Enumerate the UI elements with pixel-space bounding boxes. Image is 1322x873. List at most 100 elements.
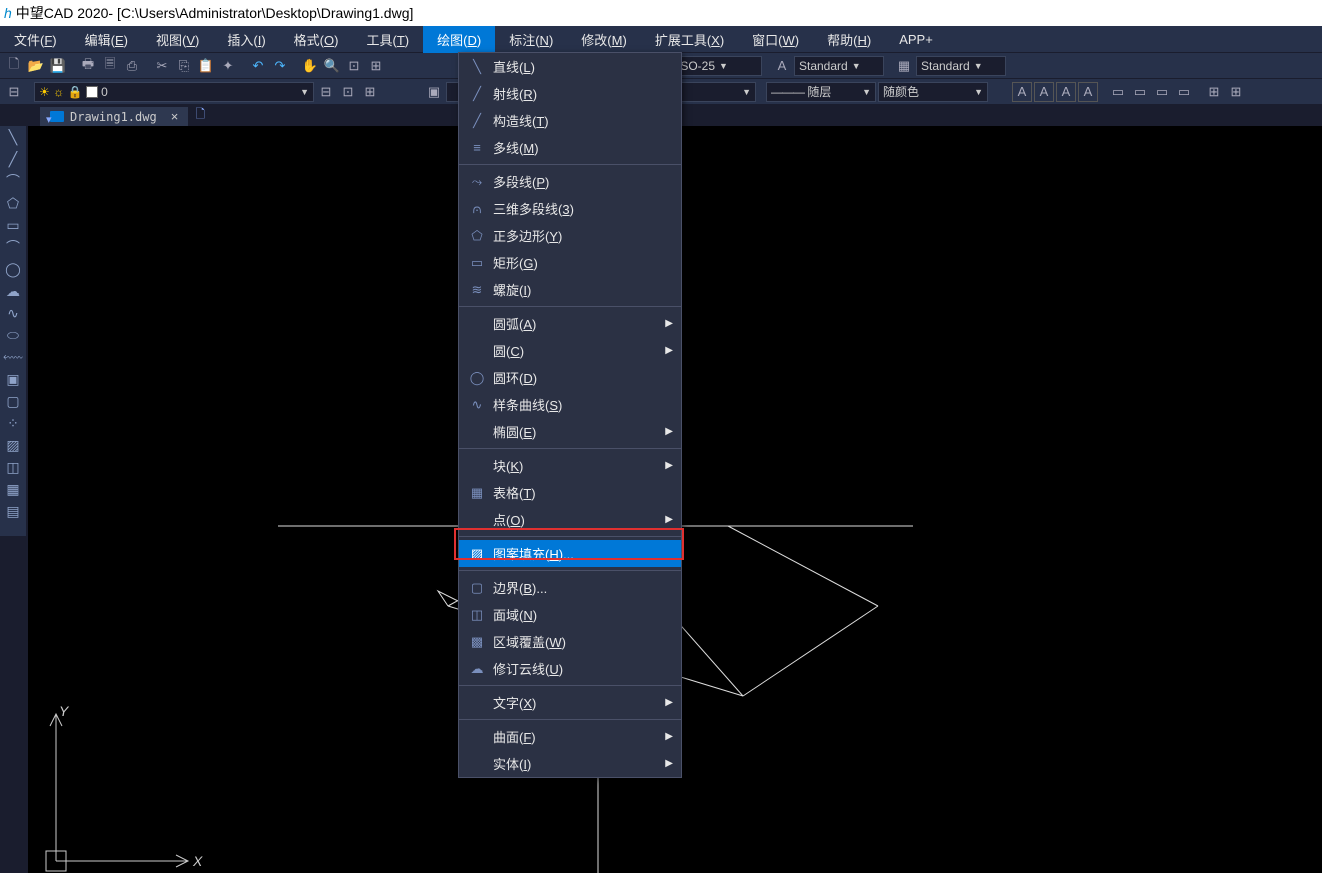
menu-N[interactable]: 标注(N) [495,26,567,53]
block-tool-icon[interactable]: ▢ [4,392,22,410]
layer-iso-icon[interactable]: ⊞ [360,82,380,102]
layer-name: 0 [101,85,108,99]
text-tool-a[interactable]: A [1012,82,1032,102]
text-tool-c[interactable]: A [1056,82,1076,102]
menu-W[interactable]: 窗口(W) [738,26,813,53]
menu-D[interactable]: 绘图(D) [423,26,495,53]
textstyle-icon[interactable]: A [772,56,792,76]
menu-APP+[interactable]: APP+ [885,28,947,51]
text-tool-b[interactable]: A [1034,82,1054,102]
menu-X[interactable]: 扩展工具(X) [641,26,738,53]
draw-menu-item[interactable]: ▩区域覆盖(W) [459,628,681,655]
layer-prev-icon[interactable]: ⊟ [316,82,336,102]
table-tool-icon[interactable]: ▦ [4,480,22,498]
draw-menu-item[interactable]: 圆弧(A)▶ [459,310,681,337]
misc-tool-a[interactable]: ⊞ [1204,82,1224,102]
draw-menu-item[interactable]: ≋螺旋(I) [459,276,681,303]
tablestyle-icon[interactable]: ▦ [894,56,914,76]
menu-E[interactable]: 编辑(E) [71,26,142,53]
zoom-icon[interactable]: 🔍 [322,56,342,76]
circle-tool-icon[interactable]: ◯ [4,260,22,278]
layer-states-icon[interactable]: ⊡ [338,82,358,102]
draw-menu-item[interactable]: ⩀三维多段线(3) [459,195,681,222]
layer-dropdown[interactable]: ☀ ☼ 🔒 0 ▼ [34,82,314,102]
anno-tool-b[interactable]: ▭ [1130,82,1150,102]
matchprop-icon[interactable]: ✦ [218,56,238,76]
draw-menu-item[interactable]: ⬠正多边形(Y) [459,222,681,249]
menu-V[interactable]: 视图(V) [142,26,213,53]
cloud-tool-icon[interactable]: ☁ [4,282,22,300]
draw-menu-item[interactable]: 实体(I)▶ [459,750,681,777]
draw-menu-item[interactable]: 椭圆(E)▶ [459,418,681,445]
line-tool-icon[interactable]: ╲ [4,128,22,146]
draw-menu-item[interactable]: ∿样条曲线(S) [459,391,681,418]
point-tool-icon[interactable]: ⁘ [4,414,22,432]
draw-menu-item[interactable]: 块(K)▶ [459,452,681,479]
anno-tool-c[interactable]: ▭ [1152,82,1172,102]
draw-menu-item[interactable]: ▭矩形(G) [459,249,681,276]
close-tab-icon[interactable]: × [171,109,179,124]
color-dropdown[interactable]: 随颜色▼ [878,82,988,102]
draw-menu-item[interactable]: ╱射线(R) [459,80,681,107]
insert-tool-icon[interactable]: ▣ [4,370,22,388]
rect-tool-icon[interactable]: ▭ [4,216,22,234]
copy-icon[interactable]: ⎘ [174,56,194,76]
region-tool-icon[interactable]: ◫ [4,458,22,476]
menu-H[interactable]: 帮助(H) [813,26,885,53]
draw-menu-item[interactable]: ▨图案填充(H)... [459,540,681,567]
ellipsearc-tool-icon[interactable]: ⬳ [4,348,22,366]
tablestyle-dropdown[interactable]: Standard▼ [916,56,1006,76]
new-tab-icon[interactable]: 🗋 [188,105,212,126]
pan-icon[interactable]: ✋ [300,56,320,76]
menu-M[interactable]: 修改(M) [567,26,641,53]
polygon-tool-icon[interactable]: ⬠ [4,194,22,212]
draw-menu-item[interactable]: ☁修订云线(U) [459,655,681,682]
text-tool-icon[interactable]: ▤ [4,502,22,520]
menu-T[interactable]: 工具(T) [352,26,423,53]
anno-tool-a[interactable]: ▭ [1108,82,1128,102]
zoom-window-icon[interactable]: ⊡ [344,56,364,76]
menu-F[interactable]: 文件(F) [0,26,71,53]
draw-menu-item[interactable]: ╱构造线(T) [459,107,681,134]
save-icon[interactable]: 💾 [48,56,68,76]
text-tool-d[interactable]: A [1078,82,1098,102]
open-icon[interactable]: 📂 [26,56,46,76]
misc-tool-b[interactable]: ⊞ [1226,82,1246,102]
menu-O[interactable]: 格式(O) [280,26,353,53]
spline-tool-icon[interactable]: ∿ [4,304,22,322]
draw-menu-item[interactable]: ≡多线(M) [459,134,681,161]
hatch-tool-icon[interactable]: ▨ [4,436,22,454]
xline-tool-icon[interactable]: ╱ [4,150,22,168]
draw-menu-item[interactable]: ▢边界(B)... [459,574,681,601]
draw-menu-item[interactable]: 点(O)▶ [459,506,681,533]
new-icon[interactable]: 🗋 [4,56,24,76]
block-icon[interactable]: ▣ [424,82,444,102]
linetype-dropdown[interactable]: ——— 随层▼ [766,82,876,102]
print-icon[interactable]: 🖶 [78,56,98,76]
tab-chevron-icon[interactable]: ▾ [46,113,52,126]
draw-menu-item[interactable]: 曲面(F)▶ [459,723,681,750]
doc-tab[interactable]: Drawing1.dwg × [40,107,188,126]
dimstyle-dropdown[interactable]: ISO-25▼ [672,56,762,76]
undo-icon[interactable]: ↶ [248,56,268,76]
publish-icon[interactable]: ⎙ [122,56,142,76]
draw-menu-item[interactable]: ⤳多段线(P) [459,168,681,195]
menu-I[interactable]: 插入(I) [213,26,279,53]
anno-tool-d[interactable]: ▭ [1174,82,1194,102]
zoom-extents-icon[interactable]: ⊞ [366,56,386,76]
arc-tool-icon[interactable]: ⌒ [4,172,22,190]
redo-icon[interactable]: ↷ [270,56,290,76]
draw-menu-item[interactable]: ▦表格(T) [459,479,681,506]
cut-icon[interactable]: ✂ [152,56,172,76]
draw-menu-item[interactable]: 圆(C)▶ [459,337,681,364]
draw-menu-item[interactable]: ╲直线(L) [459,53,681,80]
preview-icon[interactable]: 🗏 [100,56,120,76]
draw-menu-item[interactable]: 文字(X)▶ [459,689,681,716]
draw-menu-item[interactable]: ◯圆环(D) [459,364,681,391]
arc2-tool-icon[interactable]: ⌒ [4,238,22,256]
ellipse-tool-icon[interactable]: ⬭ [4,326,22,344]
layer-manager-icon[interactable]: ⊟ [4,82,24,102]
paste-icon[interactable]: 📋 [196,56,216,76]
draw-menu-item[interactable]: ◫面域(N) [459,601,681,628]
textstyle-dropdown[interactable]: Standard▼ [794,56,884,76]
